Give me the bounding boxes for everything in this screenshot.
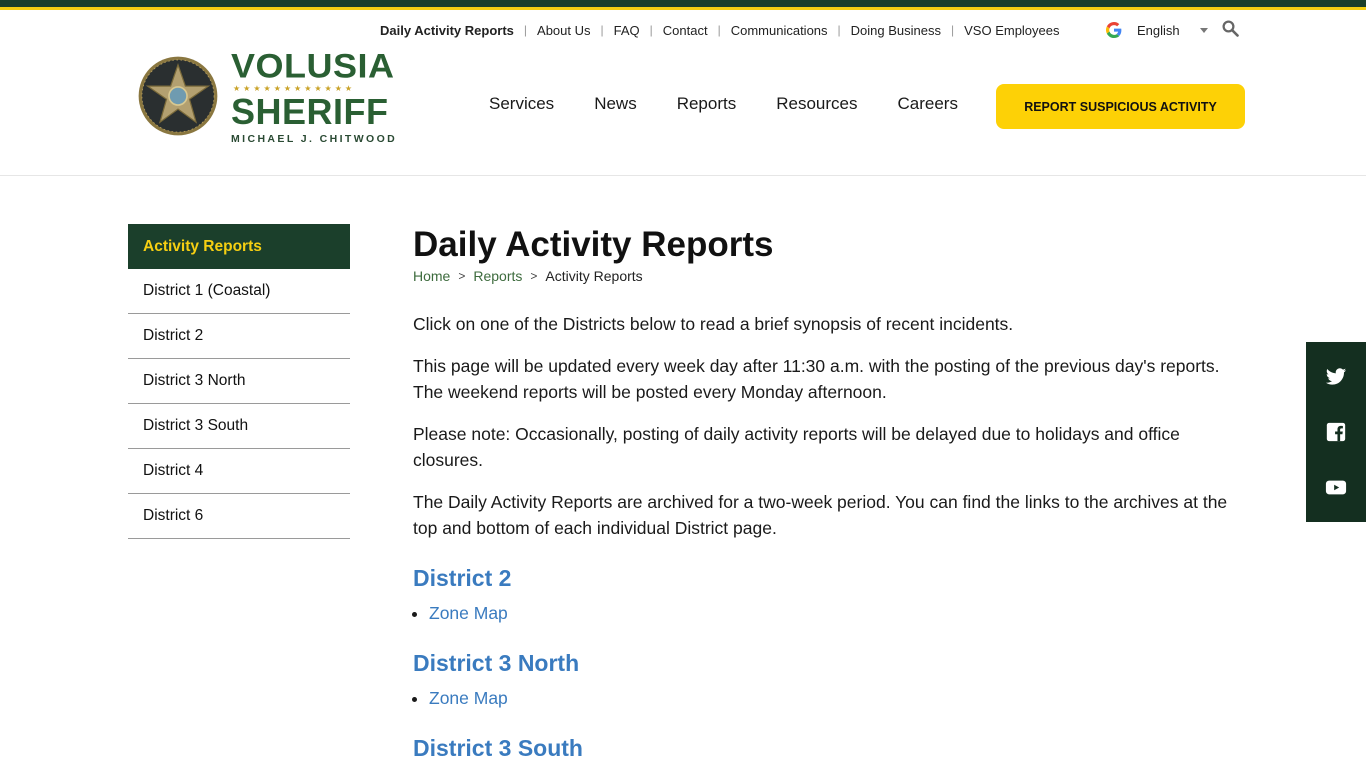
- delay-note-paragraph: Please note: Occasionally, posting of da…: [413, 424, 1180, 470]
- sidebar-nav: Activity Reports District 1 (Coastal) Di…: [128, 224, 350, 539]
- sidebar-item-district-2[interactable]: District 2: [128, 314, 350, 359]
- breadcrumb-reports[interactable]: Reports: [473, 268, 522, 284]
- search-icon[interactable]: [1221, 19, 1239, 37]
- divider: |: [600, 23, 604, 37]
- intro-paragraph: Click on one of the Districts below to r…: [413, 314, 1014, 334]
- utility-link-vso-employees[interactable]: VSO Employees: [964, 23, 1059, 38]
- divider: |: [837, 23, 841, 37]
- utility-link-doing-business[interactable]: Doing Business: [851, 23, 941, 38]
- utility-link-communications[interactable]: Communications: [731, 23, 828, 38]
- language-selector[interactable]: English: [1106, 20, 1208, 40]
- breadcrumb-home[interactable]: Home: [413, 268, 450, 284]
- sidebar-item-district-6[interactable]: District 6: [128, 494, 350, 539]
- list-item: Zone Map: [429, 685, 1243, 711]
- utility-link-about-us[interactable]: About Us: [537, 23, 590, 38]
- social-links-bar: [1306, 342, 1366, 522]
- logo-wordmark: VOLUSIA ★★★★★★★★★★★★ SHERIFF MICHAEL J. …: [231, 48, 397, 145]
- district-3-south-heading[interactable]: District 3 South: [413, 733, 1243, 763]
- list-item: Zone Map: [429, 600, 1243, 626]
- breadcrumb-current: Activity Reports: [545, 268, 643, 284]
- logo-volusia: VOLUSIA: [231, 46, 395, 85]
- sheriff-badge-icon: [138, 56, 218, 136]
- main-nav: Services News Reports Resources Careers: [489, 94, 998, 114]
- chevron-down-icon: [1199, 27, 1208, 33]
- site-logo[interactable]: VOLUSIA ★★★★★★★★★★★★ SHERIFF MICHAEL J. …: [137, 48, 397, 145]
- twitter-icon[interactable]: [1325, 366, 1347, 388]
- sidebar-item-district-3-north[interactable]: District 3 North: [128, 359, 350, 404]
- top-accent-bar: [0, 0, 1366, 7]
- utility-link-contact[interactable]: Contact: [663, 23, 708, 38]
- nav-news[interactable]: News: [594, 94, 637, 114]
- divider: |: [523, 23, 528, 37]
- page-title: Daily Activity Reports: [413, 225, 774, 264]
- district-3-north-heading[interactable]: District 3 North: [413, 648, 1243, 678]
- divider: |: [717, 23, 721, 37]
- breadcrumb: Home > Reports > Activity Reports: [413, 268, 1243, 284]
- main-content: Daily Activity Reports Home > Reports > …: [413, 224, 1243, 763]
- facebook-icon[interactable]: [1325, 421, 1347, 443]
- nav-careers[interactable]: Careers: [898, 94, 958, 114]
- nav-resources[interactable]: Resources: [776, 94, 857, 114]
- report-suspicious-activity-button[interactable]: REPORT SUSPICIOUS ACTIVITY: [996, 84, 1245, 129]
- logo-sheriff: SHERIFF: [231, 91, 389, 132]
- update-schedule-paragraph: This page will be updated every week day…: [413, 356, 1220, 402]
- divider: |: [649, 23, 653, 37]
- utility-link-faq[interactable]: FAQ: [614, 23, 640, 38]
- district-2-zone-map-link[interactable]: Zone Map: [429, 603, 508, 623]
- sidebar-item-district-3-south[interactable]: District 3 South: [128, 404, 350, 449]
- breadcrumb-separator: >: [530, 269, 538, 283]
- youtube-icon[interactable]: [1325, 476, 1347, 498]
- sidebar-item-district-1[interactable]: District 1 (Coastal): [128, 269, 350, 314]
- sidebar-item-district-4[interactable]: District 4: [128, 449, 350, 494]
- utility-nav: Daily Activity Reports | About Us | FAQ …: [380, 20, 1060, 40]
- archive-paragraph: The Daily Activity Reports are archived …: [413, 492, 1228, 538]
- nav-reports[interactable]: Reports: [677, 94, 737, 114]
- utility-link-daily-activity-reports[interactable]: Daily Activity Reports: [380, 23, 514, 38]
- header-divider: [0, 175, 1366, 176]
- nav-services[interactable]: Services: [489, 94, 554, 114]
- district-3-north-zone-map-link[interactable]: Zone Map: [429, 688, 508, 708]
- divider: |: [951, 23, 955, 37]
- google-translate-icon: [1106, 22, 1122, 38]
- breadcrumb-separator: >: [458, 269, 466, 283]
- district-3-north-links: Zone Map: [429, 685, 1243, 711]
- sidebar-header-activity-reports[interactable]: Activity Reports: [128, 224, 350, 269]
- district-2-links: Zone Map: [429, 600, 1243, 626]
- district-2-heading[interactable]: District 2: [413, 563, 1243, 593]
- language-label: English: [1137, 22, 1180, 38]
- logo-sheriff-name: MICHAEL J. CHITWOOD: [231, 133, 398, 145]
- top-accent-stripe: [0, 7, 1366, 10]
